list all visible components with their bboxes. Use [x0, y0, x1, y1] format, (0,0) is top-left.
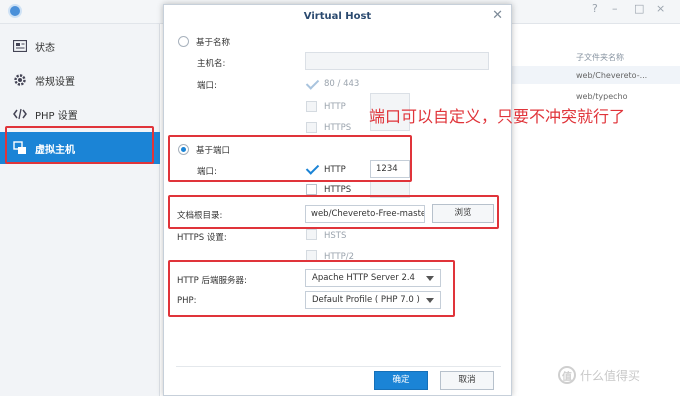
virtual-host-dialog: Virtual Host ✕ 基于名称 主机名: 端口: 80 / 443 HT…: [163, 4, 512, 396]
https-port-input[interactable]: [370, 180, 410, 198]
dialog-title: Virtual Host: [303, 11, 372, 22]
watermark-logo-icon: 值: [558, 366, 576, 384]
sidebar-item-virtual-host[interactable]: 虚拟主机: [0, 132, 160, 164]
by-port-label: 基于端口: [196, 146, 231, 156]
hostname-input[interactable]: [305, 52, 489, 70]
minimize-icon[interactable]: –: [612, 2, 618, 15]
browse-button[interactable]: 浏览: [432, 204, 494, 223]
backend-select-value: Apache HTTP Server 2.4: [312, 273, 415, 283]
annotation-text: 端口可以自定义，只要不冲突就行了: [369, 107, 626, 126]
by-port-radio[interactable]: [178, 144, 189, 155]
sidebar-item-label: 常规设置: [35, 76, 75, 88]
backend-label: HTTP 后端服务器:: [177, 276, 247, 286]
by-name-https-label: HTTPS: [324, 123, 352, 133]
help-icon[interactable]: ?: [592, 2, 598, 15]
cancel-button[interactable]: 取消: [440, 371, 494, 390]
http2-checkbox[interactable]: [306, 250, 317, 261]
virtual-host-icon: [12, 140, 28, 156]
hsts-checkbox[interactable]: [306, 229, 317, 240]
sidebar-item-php[interactable]: PHP 设置: [0, 98, 160, 130]
watermark: 值 什么值得买: [558, 366, 640, 384]
php-select-value: Default Profile ( PHP 7.0 ): [312, 295, 420, 305]
by-port-http-label: HTTP: [324, 165, 346, 175]
close-window-icon[interactable]: ×: [656, 2, 665, 15]
php-label: PHP:: [177, 296, 197, 306]
by-name-port-label: 端口:: [197, 81, 217, 91]
code-icon: [12, 106, 28, 122]
hostname-label: 主机名:: [197, 59, 226, 69]
by-port-https-label: HTTPS: [324, 185, 352, 195]
port-80-443-checkbox[interactable]: [306, 78, 317, 89]
by-port-port-label: 端口:: [197, 167, 217, 177]
ok-button[interactable]: 确定: [374, 371, 428, 390]
table-row[interactable]: web/Chevereto-...: [576, 71, 647, 80]
by-name-https-checkbox[interactable]: [306, 122, 317, 133]
gear-icon: [12, 72, 28, 88]
by-port-http-checkbox[interactable]: [306, 163, 317, 174]
by-port-https-checkbox[interactable]: [306, 184, 317, 195]
sidebar: 状态 常规设置 PHP 设置 虚拟主机: [0, 24, 160, 396]
dialog-footer-divider: [176, 366, 501, 367]
docroot-input[interactable]: web/Chevereto-Free-maste: [305, 205, 425, 223]
sidebar-item-general[interactable]: 常规设置: [0, 64, 160, 96]
close-icon[interactable]: ✕: [492, 8, 503, 23]
table-row[interactable]: web/typecho: [576, 92, 627, 101]
http-port-input[interactable]: 1234: [370, 160, 410, 178]
maximize-icon[interactable]: □: [634, 2, 644, 15]
sidebar-item-label: 状态: [35, 42, 55, 54]
chevron-down-icon: [426, 298, 434, 303]
https-settings-label: HTTPS 设置:: [177, 233, 227, 243]
php-profile-select[interactable]: Default Profile ( PHP 7.0 ): [305, 291, 441, 309]
by-name-label: 基于名称: [196, 38, 231, 48]
sidebar-item-label: PHP 设置: [35, 110, 78, 122]
port-80-443-label: 80 / 443: [324, 79, 360, 89]
by-name-http-label: HTTP: [324, 102, 346, 112]
sidebar-item-label: 虚拟主机: [35, 144, 75, 156]
chevron-down-icon: [426, 276, 434, 281]
backend-select[interactable]: Apache HTTP Server 2.4: [305, 269, 441, 287]
http2-label: HTTP/2: [324, 252, 355, 262]
subfolder-column-header[interactable]: 子文件夹名称: [576, 52, 624, 63]
sidebar-item-status[interactable]: 状态: [0, 30, 160, 62]
watermark-text: 什么值得买: [580, 368, 641, 383]
app-logo-icon: [8, 4, 22, 18]
status-icon: [12, 38, 28, 54]
by-name-http-checkbox[interactable]: [306, 101, 317, 112]
by-name-radio[interactable]: [178, 36, 189, 47]
docroot-label: 文档根目录:: [177, 211, 223, 221]
hsts-label: HSTS: [324, 231, 347, 241]
